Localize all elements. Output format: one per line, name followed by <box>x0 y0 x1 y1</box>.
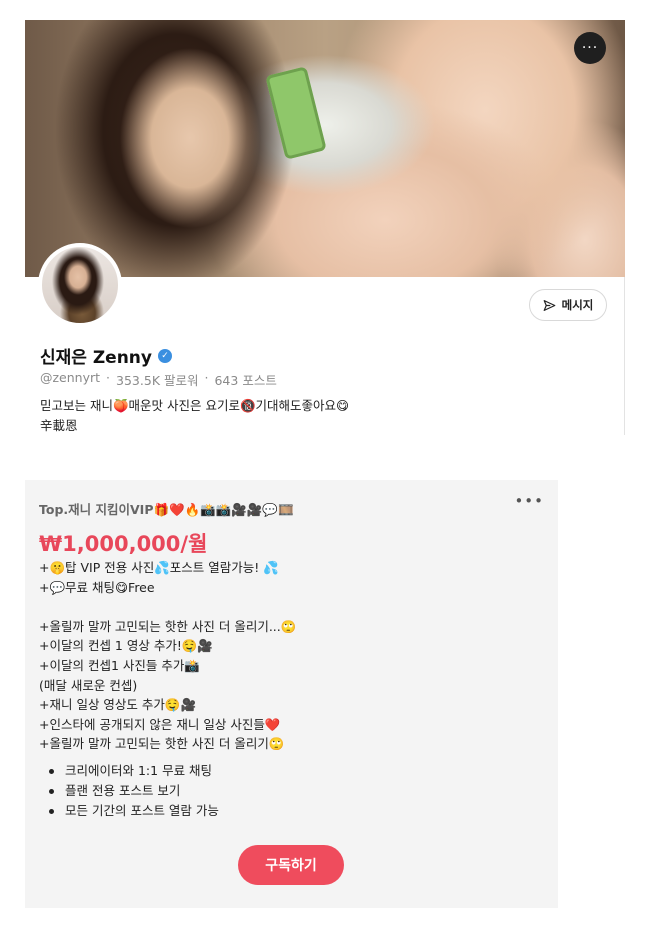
plan-benefits-list: 크리에이터와 1:1 무료 채팅 플랜 전용 포스트 보기 모든 기간의 포스트… <box>49 761 219 821</box>
send-icon <box>543 299 556 311</box>
handle: @zennyrt <box>40 370 101 385</box>
plan-description-line: +올릴까 말까 고민되는 핫한 사진 더 올리기...🙄 <box>39 618 297 634</box>
plan-description-line: +인스타에 공개되지 않은 재니 일상 사진들❤️ <box>39 716 281 732</box>
meta-separator: · <box>106 370 111 385</box>
subscription-plan-card: Top.재니 지킴이VIP🎁❤️🔥📸📸🎥🎥💬🎞️ ••• ₩1,000,000/… <box>25 480 558 908</box>
profile-card: ··· 메시지 신재은 Zenny ✓ @zennyrt · 353.5K 팔로… <box>25 20 625 435</box>
profile-meta: @zennyrt · 353.5K 팔로워 · 643 포스트 <box>40 370 277 389</box>
plan-more-options-button[interactable]: ••• <box>514 492 544 510</box>
plan-description-line: (매달 새로운 컨셉) <box>39 677 138 693</box>
plan-description-line <box>39 597 539 617</box>
plan-description-line: +재니 일상 영상도 추가🤤🎥 <box>39 697 197 713</box>
more-horizontal-icon: ··· <box>581 40 599 56</box>
profile-banner-image <box>25 20 625 277</box>
plan-description-line: +🤫탑 VIP 전용 사진💦포스트 열람가능! 💦 <box>39 560 279 575</box>
meta-separator: · <box>204 370 209 385</box>
banner-phone-shape <box>265 66 327 160</box>
plan-description-line: +이달의 컨셉 1 영상 추가!🤤🎥 <box>39 638 213 654</box>
plan-title: Top.재니 지킴이VIP🎁❤️🔥📸📸🎥🎥💬🎞️ <box>39 502 294 517</box>
verified-icon: ✓ <box>157 348 172 363</box>
plan-description-line: +이달의 컨셉1 사진들 추가📸 <box>39 657 200 673</box>
display-name: 신재은 Zenny <box>40 348 152 368</box>
plan-description-line: +💬무료 채팅😋Free <box>39 579 155 595</box>
plan-description: +🤫탑 VIP 전용 사진💦포스트 열람가능! 💦 +💬무료 채팅😋Free +… <box>39 558 539 754</box>
message-button-label: 메시지 <box>561 298 594 312</box>
bio-line: 辛載恩 <box>40 418 78 433</box>
posts-count[interactable]: 643 포스트 <box>214 370 276 389</box>
followers-count[interactable]: 353.5K 팔로워 <box>116 370 198 389</box>
plan-price: ₩1,000,000/월 <box>39 532 208 556</box>
benefit-item: 크리에이터와 1:1 무료 채팅 <box>49 761 219 781</box>
benefit-item: 모든 기간의 포스트 열람 가능 <box>49 801 219 821</box>
plan-description-line: +올릴까 말까 고민되는 핫한 사진 더 올리기🙄 <box>39 736 285 752</box>
name-row: 신재은 Zenny ✓ <box>40 343 172 368</box>
bio-line: 믿고보는 재니🍑매운맛 사진은 요기로🔞기대해도좋아요😋 <box>40 398 350 413</box>
subscribe-button[interactable]: 구독하기 <box>238 845 344 885</box>
avatar[interactable] <box>38 243 122 327</box>
benefit-item: 플랜 전용 포스트 보기 <box>49 781 219 801</box>
profile-bio: 믿고보는 재니🍑매운맛 사진은 요기로🔞기대해도좋아요😋 辛載恩 <box>40 396 600 436</box>
more-options-button[interactable]: ··· <box>574 32 606 64</box>
message-button[interactable]: 메시지 <box>529 289 607 321</box>
